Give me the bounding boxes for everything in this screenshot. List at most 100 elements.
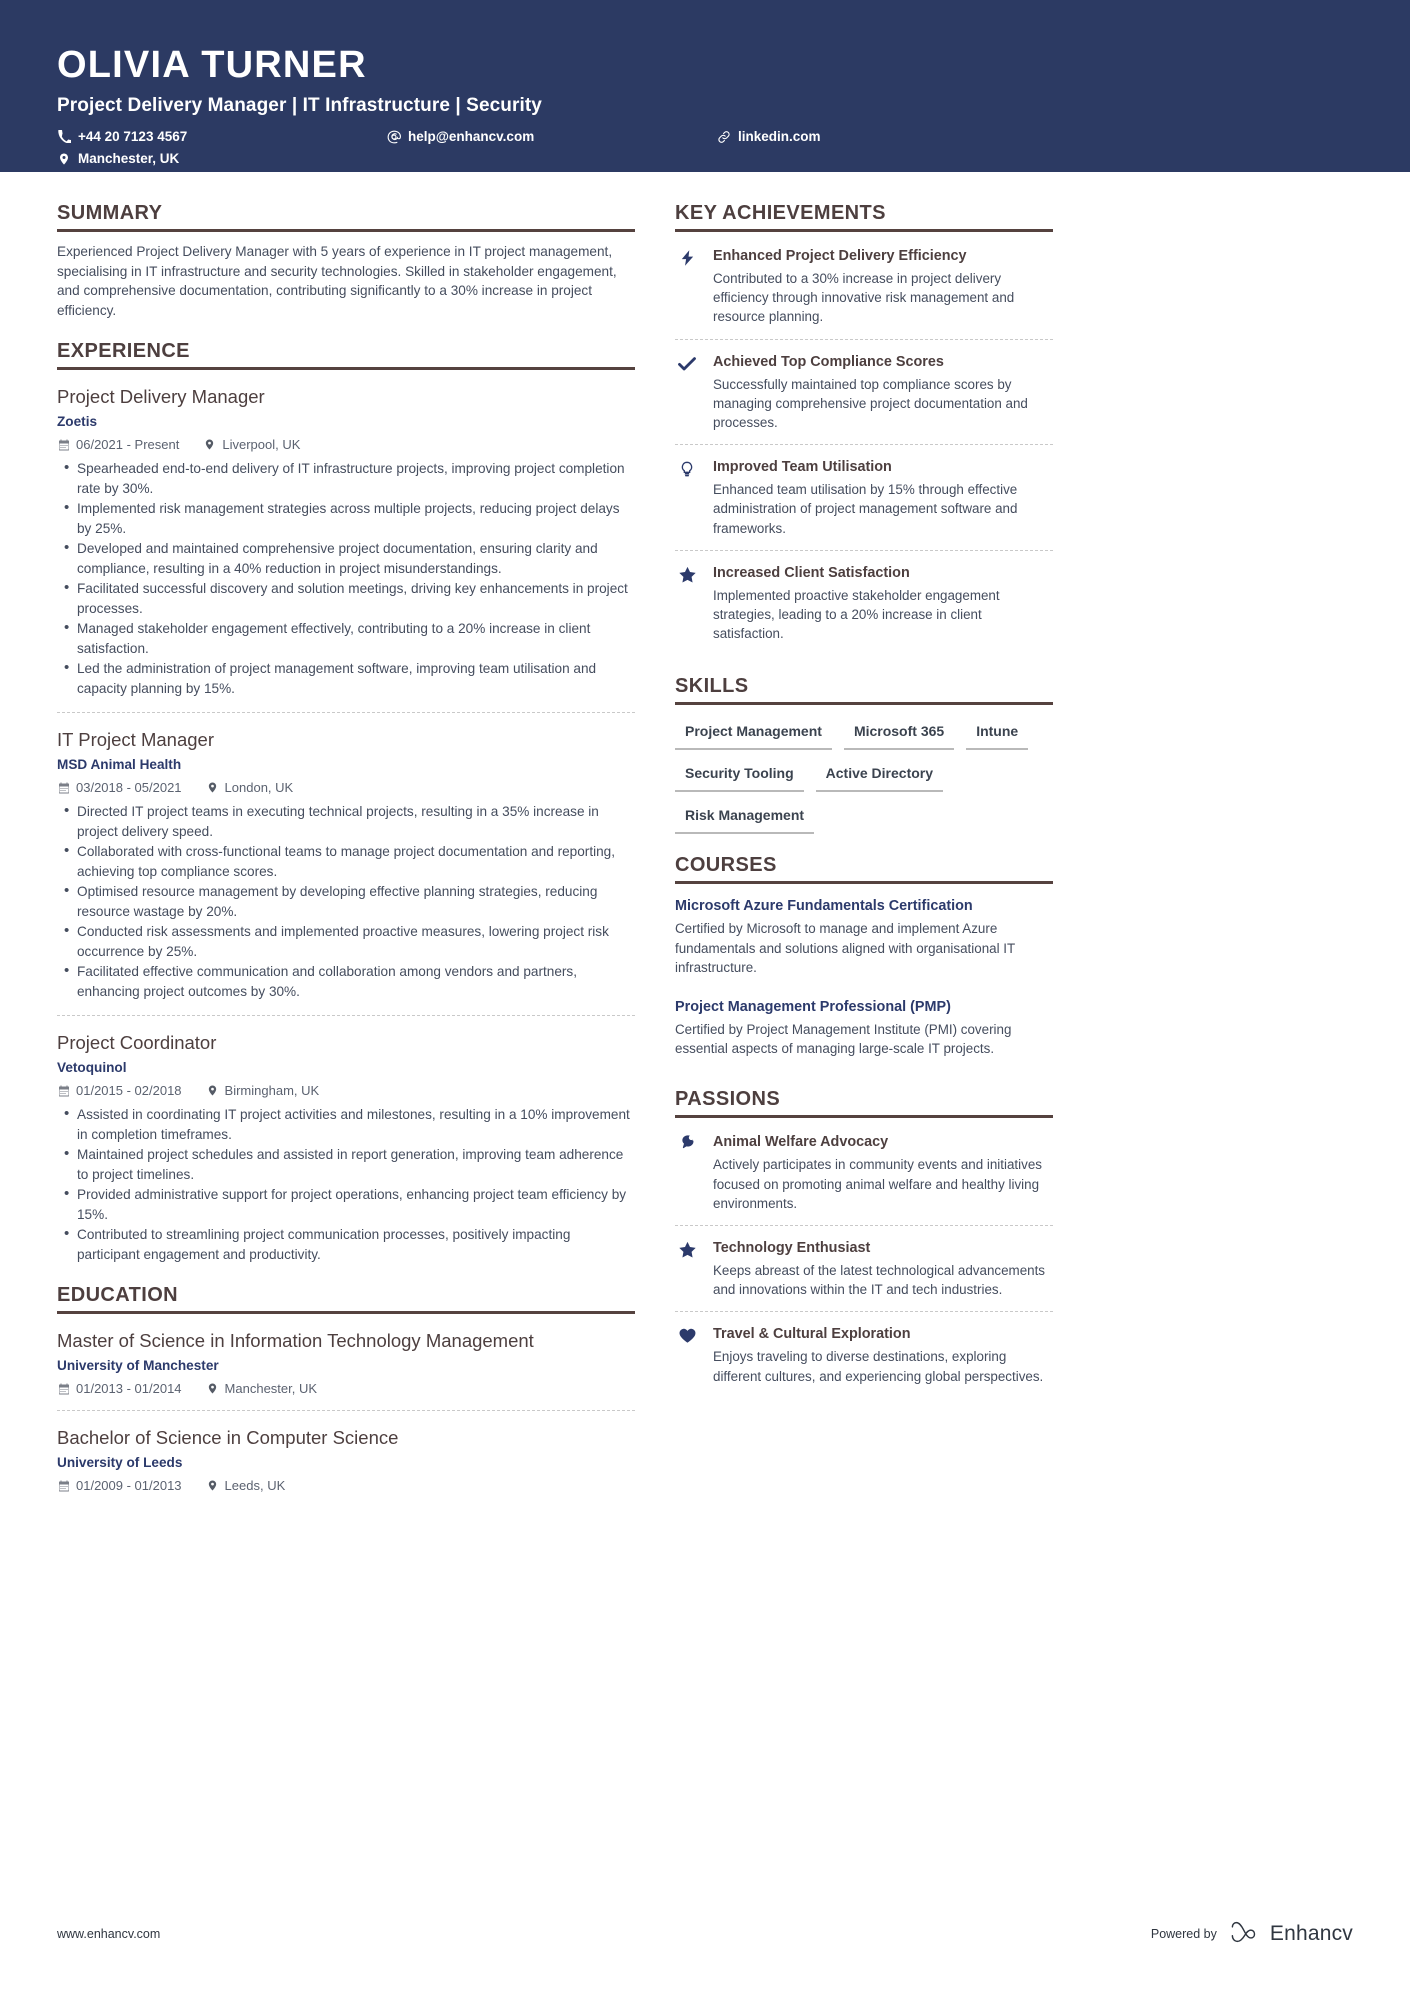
contact-row-1: +44 20 7123 4567 help@enhancv.com linked…: [57, 126, 1410, 148]
achievement-title: Improved Team Utilisation: [713, 459, 892, 476]
summary-divider: [57, 229, 635, 232]
company-name: Zoetis: [57, 414, 98, 429]
calendar-icon: [57, 1383, 70, 1395]
course-desc: Certified by Microsoft to manage and imp…: [675, 921, 1015, 975]
job-bullet: Managed stakeholder engagement effective…: [57, 618, 635, 658]
achievement-desc: Contributed to a 30% increase in project…: [713, 271, 1015, 325]
passion-body: Travel & Cultural Exploration Enjoys tra…: [713, 1324, 1053, 1385]
passion-desc: Keeps abreast of the latest technologica…: [713, 1263, 1046, 1298]
education-divider: [57, 1311, 635, 1314]
contact-location-text: Manchester, UK: [78, 150, 180, 166]
course-item: Microsoft Azure Fundamentals Certificati…: [675, 894, 1053, 987]
passion-body: Animal Welfare Advocacy Actively partici…: [713, 1132, 1053, 1213]
achievement-body: Improved Team Utilisation Enhanced team …: [713, 457, 1053, 538]
section-key-achievements: KEY ACHIEVEMENTS Enhanced Project Delive…: [675, 202, 1053, 655]
achievements-divider: [675, 229, 1053, 232]
job-dates-text: 06/2021 - Present: [76, 437, 180, 452]
location-pin-icon: [57, 152, 71, 166]
email-icon: [387, 130, 401, 144]
job-bullet: Contributed to streamlining project comm…: [57, 1224, 635, 1264]
job-bullets: Directed IT project teams in executing t…: [57, 801, 635, 1001]
job-bullet: Led the administration of project manage…: [57, 658, 635, 698]
job-location-text: Liverpool, UK: [222, 437, 301, 452]
contact-link-text: linkedin.com: [738, 128, 821, 144]
location-pin-icon: [206, 781, 219, 794]
calendar-icon: [57, 782, 70, 794]
company-name: Vetoquinol: [57, 1060, 127, 1075]
powered-by-label: Powered by: [1150, 1927, 1217, 1941]
section-education: EDUCATION Master of Science in Informati…: [57, 1284, 635, 1493]
school-name: University of Leeds: [57, 1455, 183, 1470]
calendar-icon: [57, 1085, 70, 1097]
achievement-desc: Enhanced team utilisation by 15% through…: [713, 482, 1018, 536]
heart-icon: [675, 1324, 699, 1385]
section-courses: COURSES Microsoft Azure Fundamentals Cer…: [675, 854, 1053, 1068]
lightbulb-icon: [675, 457, 699, 538]
skill-chip[interactable]: Intune: [966, 717, 1029, 751]
skill-chip[interactable]: Security Tooling: [675, 759, 804, 793]
job-bullet: Spearheaded end-to-end delivery of IT in…: [57, 458, 635, 498]
education-meta: 01/2009 - 01/2013 Leeds, UK: [57, 1478, 635, 1493]
passion-title: Technology Enthusiast: [713, 1240, 871, 1257]
location-pin-icon: [206, 1382, 219, 1395]
location-pin-icon: [206, 1084, 219, 1097]
achievement-item: Achieved Top Compliance Scores Successfu…: [675, 338, 1053, 445]
job-dates-text: 03/2018 - 05/2021: [76, 780, 182, 795]
achievement-title: Achieved Top Compliance Scores: [713, 353, 944, 370]
education-entry: Bachelor of Science in Computer Science …: [57, 1410, 635, 1493]
job-dates: 01/2015 - 02/2018: [57, 1083, 182, 1098]
job-bullet: Conducted risk assessments and implement…: [57, 921, 635, 961]
passion-title: Animal Welfare Advocacy: [713, 1134, 889, 1151]
school-name: University of Manchester: [57, 1358, 219, 1373]
education-heading: EDUCATION: [57, 1284, 179, 1306]
degree-title: Bachelor of Science in Computer Science: [57, 1427, 399, 1448]
section-passions: PASSIONS Animal Welfare Advocacy Activel…: [675, 1088, 1053, 1397]
achievement-item: Increased Client Satisfaction Implemente…: [675, 549, 1053, 656]
passion-item: Technology Enthusiast Keeps abreast of t…: [675, 1225, 1053, 1311]
contact-link[interactable]: linkedin.com: [717, 126, 1017, 148]
passions-divider: [675, 1115, 1053, 1119]
experience-divider: [57, 367, 635, 370]
lightning-bolt-icon: [675, 246, 699, 327]
footer-url[interactable]: www.enhancv.com: [57, 1927, 160, 1941]
achievement-body: Enhanced Project Delivery Efficiency Con…: [713, 246, 1053, 327]
course-title: Project Management Professional (PMP): [675, 999, 951, 1016]
skills-heading: SKILLS: [675, 675, 749, 698]
company-name: MSD Animal Health: [57, 757, 182, 772]
resume-footer: www.enhancv.com Powered by Enhancv: [0, 1873, 1410, 1995]
skill-chip[interactable]: Project Management: [675, 717, 832, 751]
skill-chip[interactable]: Active Directory: [815, 759, 944, 793]
contact-row-2: Manchester, UK: [57, 148, 1410, 170]
contact-phone[interactable]: +44 20 7123 4567: [57, 126, 387, 148]
calendar-icon: [57, 1480, 70, 1492]
achievements-heading: KEY ACHIEVEMENTS: [675, 202, 886, 224]
skills-divider: [675, 702, 1053, 706]
experience-entry: IT Project Manager MSD Animal Health 03/…: [57, 712, 635, 1001]
skills-list: Project Management Microsoft 365 Intune …: [675, 715, 1053, 835]
course-item: Project Management Professional (PMP) Ce…: [675, 987, 1053, 1068]
job-bullet: Directed IT project teams in executing t…: [57, 801, 635, 841]
location-pin-icon: [206, 1479, 219, 1492]
job-bullet: Implemented risk management strategies a…: [57, 498, 635, 538]
experience-entry: Project Delivery Manager Zoetis 06/2021 …: [57, 380, 635, 698]
job-bullet: Developed and maintained comprehensive p…: [57, 538, 635, 578]
job-title: Project Coordinator: [57, 1032, 217, 1053]
resume-body: SUMMARY Experienced Project Delivery Man…: [0, 172, 1410, 1513]
enhancv-brand: Enhancv: [1229, 1920, 1353, 1949]
achievement-title: Enhanced Project Delivery Efficiency: [713, 248, 967, 264]
right-column: KEY ACHIEVEMENTS Enhanced Project Delive…: [675, 202, 1053, 1418]
enhancv-logo-icon: [1229, 1920, 1263, 1949]
job-dates: 06/2021 - Present: [57, 437, 179, 452]
phone-icon: [57, 130, 71, 144]
courses-heading: COURSES: [675, 854, 777, 877]
left-column: SUMMARY Experienced Project Delivery Man…: [57, 202, 635, 1513]
star-icon: [675, 563, 699, 644]
contact-email[interactable]: help@enhancv.com: [387, 126, 717, 148]
star-icon: [675, 1238, 699, 1299]
skill-chip[interactable]: Microsoft 365: [843, 717, 955, 751]
job-meta: 03/2018 - 05/2021 London, UK: [57, 780, 635, 795]
achievement-title: Increased Client Satisfaction: [713, 564, 910, 581]
skill-chip[interactable]: Risk Management: [675, 801, 815, 835]
job-location: Birmingham, UK: [206, 1083, 319, 1098]
job-bullet: Maintained project schedules and assiste…: [57, 1144, 635, 1184]
